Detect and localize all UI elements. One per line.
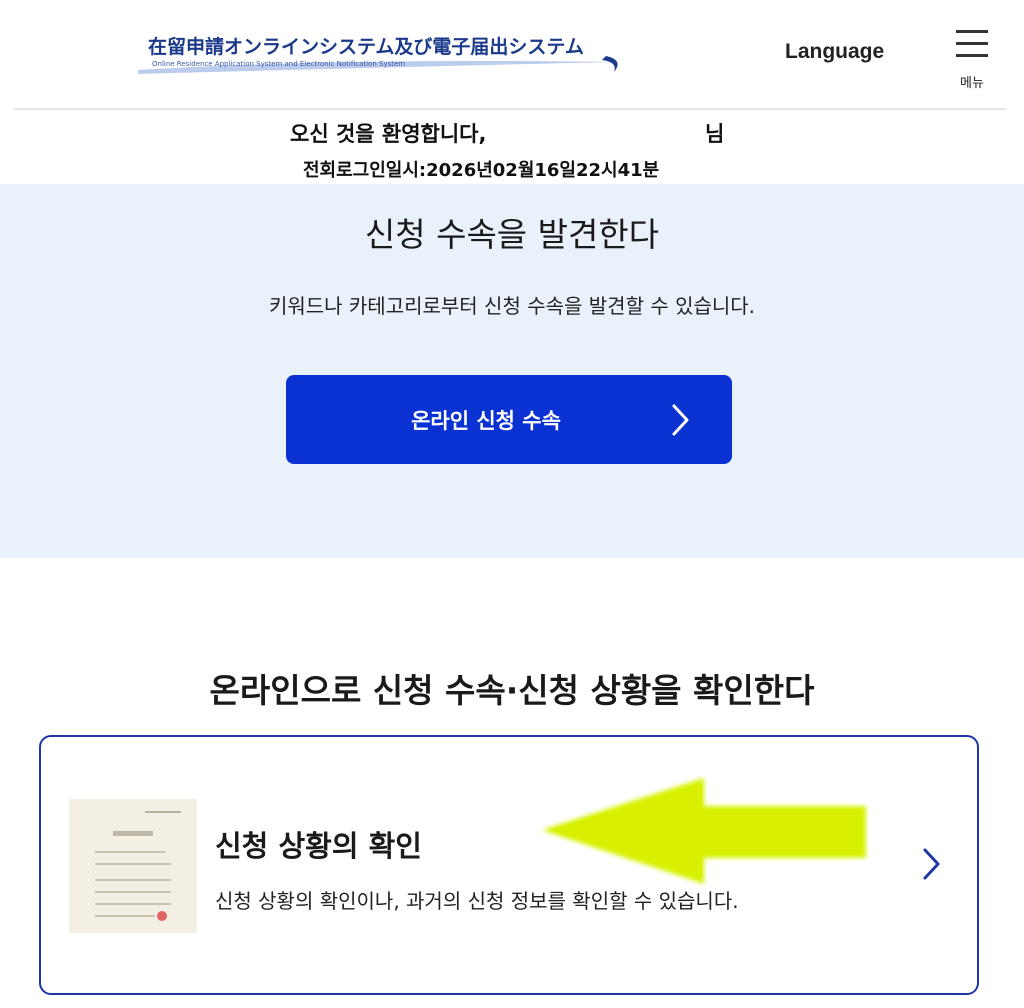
site-logo[interactable]: 在留申請オンラインシステム及び電子届出システム Online Residence… [136,30,626,76]
language-link[interactable]: Language [785,40,884,64]
arrow-left-icon [542,778,866,884]
find-procedure-section: 신청 수속을 발견한다 키워드나 카테고리로부터 신청 수속을 발견할 수 있습… [0,184,1024,558]
section-description: 키워드나 카테고리로부터 신청 수속을 발견할 수 있습니다. [268,294,756,318]
header-divider [14,108,1006,110]
site-header: 在留申請オンラインシステム及び電子届出システム Online Residence… [0,0,1024,110]
button-label: 온라인 신청 수속 [411,409,561,433]
menu-button[interactable]: 메뉴 [950,28,994,91]
status-section-heading: 온라인으로 신청 수속·신청 상황을 확인한다 [209,671,815,710]
chevron-right-icon [672,404,689,436]
logo-title: 在留申請オンラインシステム及び電子届出システム [148,36,584,58]
welcome-message: 오신 것을 환영합니다, [290,122,487,146]
menu-label: 메뉴 [960,76,984,91]
document-icon [69,799,197,933]
online-application-button[interactable]: 온라인 신청 수속 [286,375,732,464]
section-title: 신청 수속을 발견한다 [364,215,660,254]
last-login-time: 전회로그인일시:2026년02월16일22시41분 [303,160,660,181]
card-description: 신청 상황의 확인이나, 과거의 신청 정보를 확인할 수 있습니다. [215,889,739,913]
welcome-honorific: 님 [705,122,725,146]
chevron-right-icon [923,848,940,880]
welcome-area: 오신 것을 환영합니다, 님 전회로그인일시:2026년02월16일22시41분 [0,116,1024,184]
card-title: 신청 상황의 확인 [215,829,422,863]
logo-subtitle: Online Residence Application System and … [152,60,406,68]
